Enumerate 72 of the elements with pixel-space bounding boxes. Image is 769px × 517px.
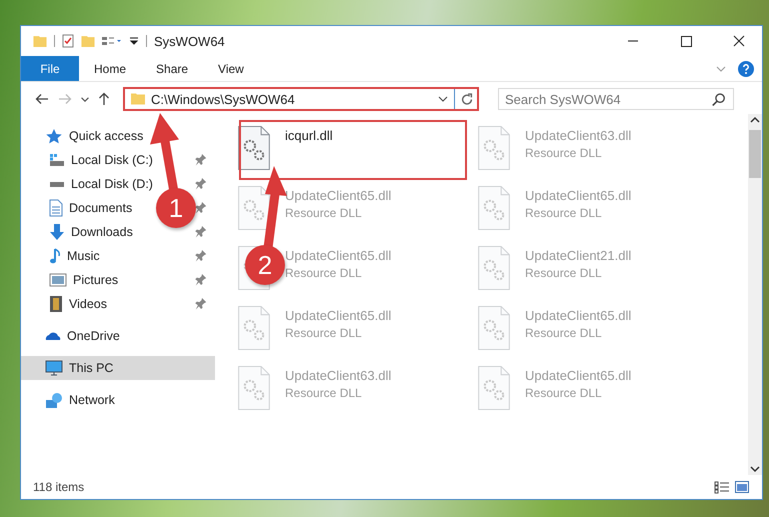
ribbon-tab[interactable]: Home <box>79 56 142 81</box>
help-icon[interactable] <box>738 60 754 76</box>
network-icon <box>45 392 63 408</box>
dll-file-icon <box>478 366 510 410</box>
file-type: Resource DLL <box>285 266 363 280</box>
expand-ribbon-chevron-icon[interactable] <box>716 66 726 72</box>
scrollbar-thumb[interactable] <box>749 130 761 178</box>
video-icon <box>49 295 63 313</box>
nav-item[interactable]: This PC <box>21 356 215 380</box>
vertical-scrollbar[interactable] <box>748 114 762 475</box>
large-icons-view-icon[interactable] <box>734 480 750 494</box>
file-name[interactable]: icqurl.dll <box>285 128 333 143</box>
window-title: SysWOW64 <box>154 34 225 48</box>
folder-icon <box>131 93 145 105</box>
file-type: Resource DLL <box>525 386 603 400</box>
pin-icon[interactable] <box>195 178 207 190</box>
view-dropdown-icon[interactable] <box>102 36 122 46</box>
pin-icon[interactable] <box>195 250 207 262</box>
document-icon <box>49 199 63 217</box>
customize-caret-icon[interactable] <box>129 37 139 45</box>
search-icon <box>712 93 725 106</box>
download-icon <box>49 223 65 241</box>
file-type: Resource DLL <box>525 146 603 160</box>
back-arrow-icon[interactable] <box>35 93 49 105</box>
ribbon-tab[interactable]: View <box>203 56 259 81</box>
pin-icon[interactable] <box>195 274 207 286</box>
dll-file-icon <box>478 186 510 230</box>
nav-item[interactable]: Local Disk (C:) <box>49 148 153 172</box>
dll-file-icon <box>238 306 270 350</box>
dll-file-icon <box>478 306 510 350</box>
nav-item[interactable]: Documents <box>49 196 132 220</box>
file-type: Resource DLL <box>285 386 363 400</box>
dll-file-icon <box>478 246 510 290</box>
dll-file-icon <box>238 186 270 230</box>
picture-icon <box>49 273 67 287</box>
nav-item[interactable]: Quick access <box>45 124 144 148</box>
nav-item[interactable]: Local Disk (D:) <box>49 172 153 196</box>
pin-icon[interactable] <box>195 226 207 238</box>
file-type: Resource DLL <box>525 266 603 280</box>
dropdown-chevron-icon[interactable] <box>438 96 448 102</box>
nav-item[interactable]: Videos <box>49 292 107 316</box>
recent-locations-chevron-icon[interactable] <box>81 96 89 102</box>
file-type: Resource DLL <box>285 206 363 220</box>
details-view-icon[interactable] <box>714 480 730 494</box>
file-tab[interactable]: File <box>21 56 79 81</box>
refresh-icon[interactable] <box>461 93 473 105</box>
nav-item[interactable]: Pictures <box>49 268 118 292</box>
dll-file-icon <box>238 366 270 410</box>
nav-item[interactable]: Downloads <box>49 220 133 244</box>
dll-file-icon <box>478 126 510 170</box>
dll-file-icon <box>238 126 270 170</box>
nav-item[interactable]: Network <box>45 388 115 412</box>
item-count: 118 items <box>33 480 84 494</box>
star-icon <box>45 128 63 144</box>
nav-item[interactable]: OneDrive <box>45 324 120 348</box>
nav-item[interactable]: Music <box>49 244 100 268</box>
properties-checkmark-icon[interactable] <box>62 34 74 48</box>
up-arrow-icon[interactable] <box>98 92 110 106</box>
file-type: Resource DLL <box>525 206 603 220</box>
ribbon-tab[interactable]: Share <box>141 56 204 81</box>
drive-icon <box>49 180 65 188</box>
file-type: Resource DLL <box>285 326 363 340</box>
address-bar[interactable]: C:\Windows\SysWOW64 <box>123 87 479 111</box>
pin-icon[interactable] <box>195 154 207 166</box>
file-type: Resource DLL <box>525 326 603 340</box>
music-icon <box>49 248 61 264</box>
pin-icon[interactable] <box>195 202 207 214</box>
pin-icon[interactable] <box>195 298 207 310</box>
search-field[interactable]: Search SysWOW64 <box>498 88 734 110</box>
drive-os-icon <box>49 153 65 167</box>
cloud-icon <box>45 331 61 341</box>
computer-icon <box>45 360 63 376</box>
